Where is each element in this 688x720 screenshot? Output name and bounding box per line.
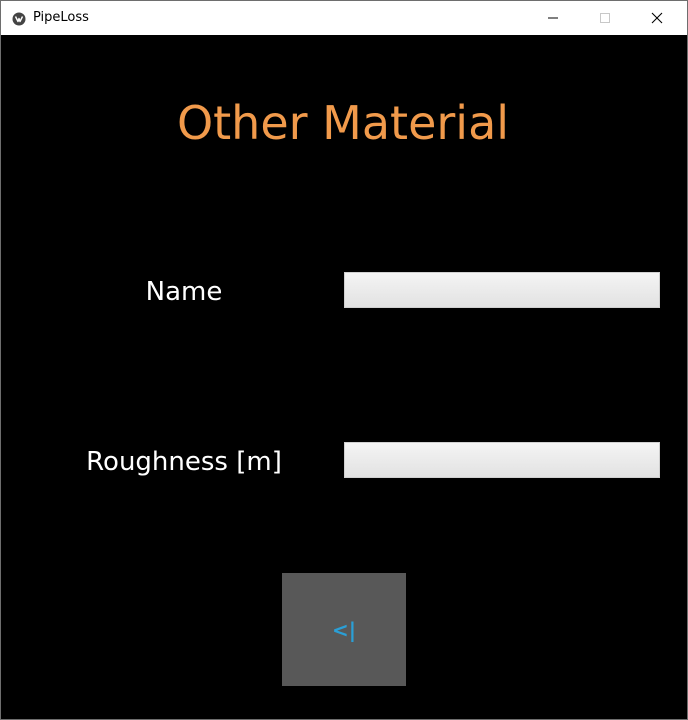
screen-content: Other Material Name Roughness [m] <| [1,35,687,719]
window-title: PipeLoss [33,10,89,25]
roughness-label: Roughness [m] [86,447,282,477]
title-bar[interactable]: PipeLoss [1,1,687,35]
maximize-button[interactable] [579,1,631,35]
back-button-label: <| [331,617,357,642]
kivy-logo-icon [12,11,26,26]
name-input[interactable] [344,272,660,308]
roughness-input[interactable] [344,442,660,478]
close-icon [651,9,663,28]
name-label: Name [145,277,223,307]
maximize-icon [599,9,611,28]
app-window: PipeLoss Other Material Name Roughness [… [0,0,688,720]
close-button[interactable] [631,1,683,35]
minimize-icon [547,9,559,28]
back-button[interactable]: <| [282,573,406,686]
minimize-button[interactable] [527,1,579,35]
page-title: Other Material [176,96,510,150]
